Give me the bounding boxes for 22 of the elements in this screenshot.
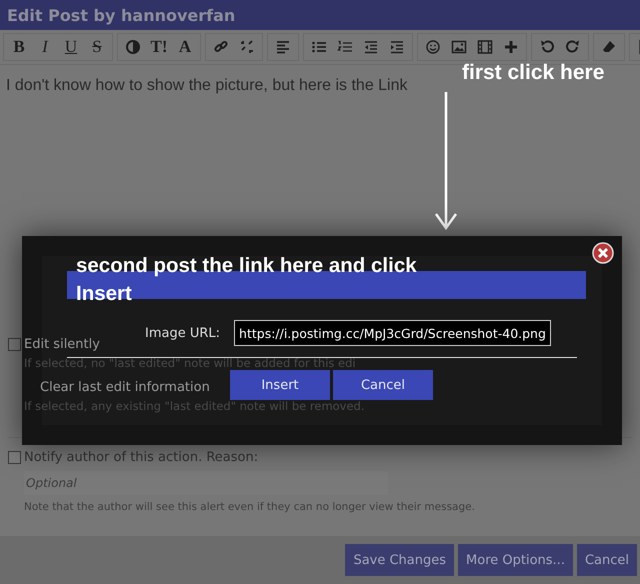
- format-button[interactable]: U: [58, 35, 84, 59]
- footer-button[interactable]: More Options...: [458, 544, 573, 576]
- option-label: Clear last edit information: [40, 380, 210, 395]
- format-button[interactable]: B: [6, 35, 32, 59]
- dialog-button[interactable]: Cancel: [333, 370, 433, 400]
- format-button[interactable]: I: [32, 35, 58, 59]
- format-button[interactable]: S: [84, 35, 110, 59]
- note-text: Note that the author will see this alert even if they can no longer view their message.: [24, 501, 476, 513]
- annotation-text: first click here: [462, 61, 604, 85]
- checkbox-label: Notify author of this action. Reason:: [24, 450, 258, 465]
- footer-button[interactable]: Cancel: [576, 544, 637, 576]
- dialog-button[interactable]: Insert: [230, 370, 330, 400]
- format-button[interactable]: A: [172, 35, 198, 59]
- window-title: Edit Post by hannoverfan: [7, 6, 236, 24]
- format-button[interactable]: T!: [146, 35, 172, 59]
- field-label: Image URL:: [145, 326, 220, 340]
- checkbox[interactable]: [8, 451, 21, 464]
- close-icon[interactable]: [592, 242, 614, 264]
- checkbox[interactable]: [8, 338, 21, 351]
- checkbox-label: Edit silently: [24, 337, 100, 352]
- image-url-field[interactable]: https://i.postimg.cc/MpJ3cGrd/Screenshot-40.png: [234, 320, 552, 346]
- footer-button[interactable]: Save Changes: [345, 544, 454, 576]
